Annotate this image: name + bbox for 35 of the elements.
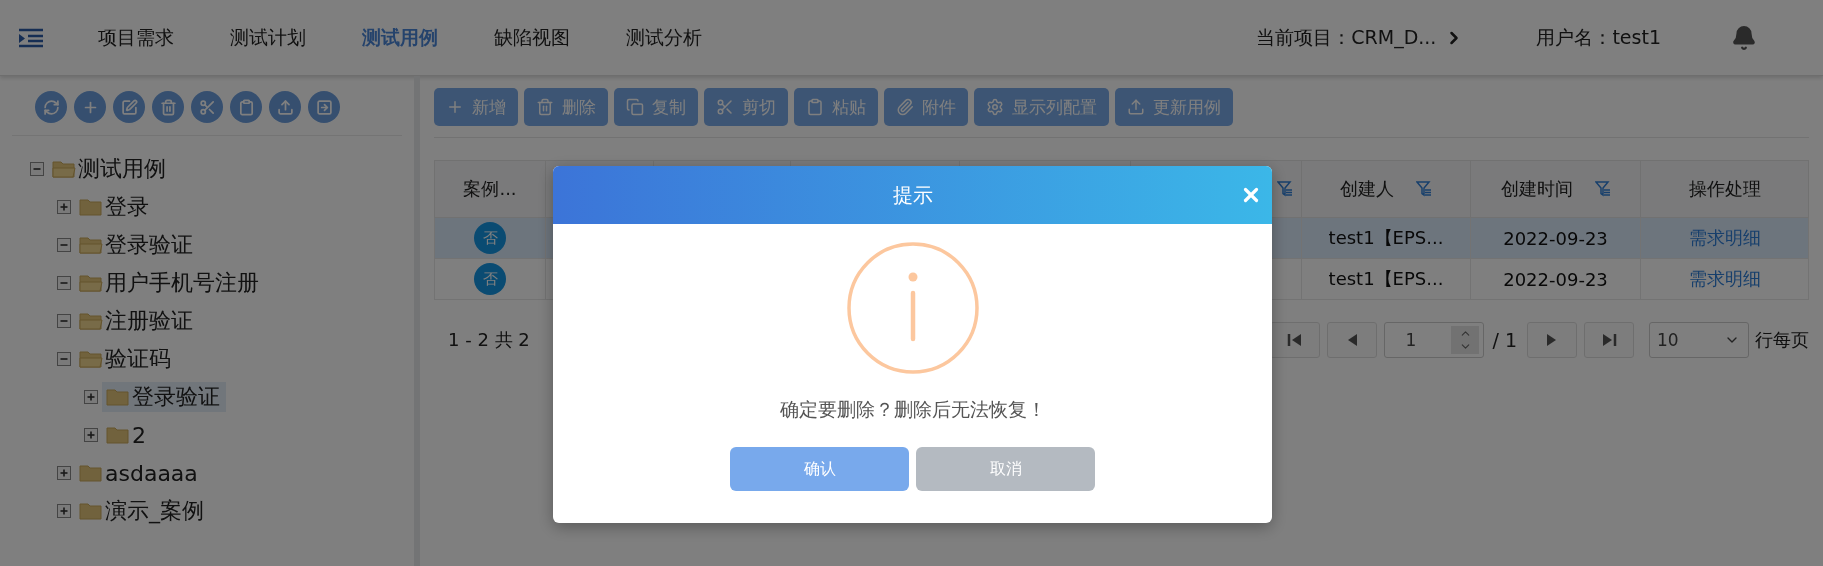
column-title: 案例... bbox=[463, 177, 517, 201]
tree-item[interactable]: 测试用例 bbox=[48, 154, 172, 184]
page-total: / 1 bbox=[1492, 329, 1517, 351]
nav-tab[interactable]: 测试计划 bbox=[230, 24, 306, 51]
column-title: 创建人 bbox=[1340, 177, 1394, 201]
tree-item[interactable]: 验证码 bbox=[75, 344, 177, 374]
tree-item[interactable]: 登录 bbox=[75, 192, 155, 222]
pagination-summary: 1 - 2 共 2 bbox=[448, 328, 530, 352]
table-cell: 2022-09-23 bbox=[1503, 268, 1608, 290]
confirm-button[interactable]: 确认 bbox=[730, 447, 909, 491]
column-title: 创建时间 bbox=[1500, 177, 1573, 201]
page-size-select[interactable]: 10 bbox=[1649, 322, 1749, 358]
page-input[interactable]: 1 bbox=[1384, 322, 1485, 358]
nav-tab[interactable]: 测试用例 bbox=[362, 24, 438, 51]
status-badge: 否 bbox=[474, 222, 506, 254]
page-size-label: 行每页 bbox=[1755, 328, 1809, 352]
dialog-message: 确定要删除？删除后无法恢复！ bbox=[779, 397, 1046, 422]
status-badge: 否 bbox=[474, 263, 506, 295]
table-cell: 2022-09-23 bbox=[1503, 227, 1608, 249]
nav-tab[interactable]: 项目需求 bbox=[98, 24, 174, 51]
tree-item[interactable]: asdaaaa bbox=[75, 458, 204, 488]
nav-tab[interactable]: 缺陷视图 bbox=[494, 24, 570, 51]
tree-item[interactable]: 登录验证 bbox=[102, 382, 226, 412]
nav-tab[interactable]: 测试分析 bbox=[626, 24, 702, 51]
tree-item[interactable]: 2 bbox=[102, 420, 152, 450]
table-cell: test1【EPS... bbox=[1328, 268, 1444, 289]
dialog-title: 提示 bbox=[892, 181, 933, 209]
project-selector[interactable]: 当前项目：CRM_D... bbox=[1256, 24, 1465, 51]
table-cell: test1【EPS... bbox=[1328, 227, 1444, 248]
tree-item[interactable]: 注册验证 bbox=[75, 306, 199, 336]
tree-item[interactable]: 登录验证 bbox=[75, 230, 199, 260]
tree-item[interactable]: 演示_案例 bbox=[75, 496, 210, 526]
tree-item[interactable]: 用户手机号注册 bbox=[75, 268, 265, 298]
column-title: 操作处理 bbox=[1688, 177, 1761, 201]
username-text: 用户名：test1 bbox=[1536, 24, 1661, 50]
